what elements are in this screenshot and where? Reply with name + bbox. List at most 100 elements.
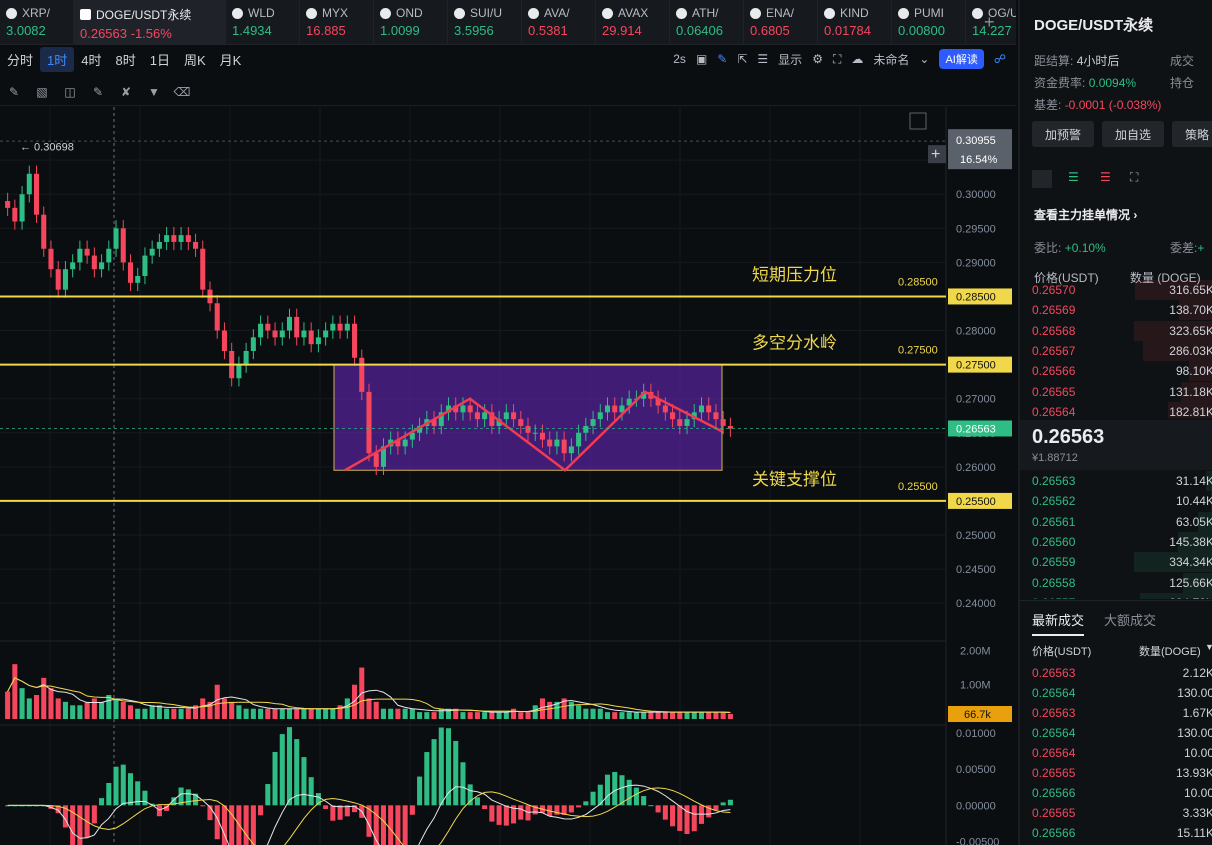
ticker-item[interactable]: KIND 0.01784 <box>818 0 892 44</box>
orderbook-both-icon[interactable] <box>1032 170 1052 188</box>
draw-line-icon[interactable]: ✎ <box>6 84 22 100</box>
tab-large-trades[interactable]: 大额成交 <box>1104 610 1156 629</box>
ticker-item[interactable]: OND 1.0099 <box>374 0 448 44</box>
candle-body <box>200 248 206 290</box>
ticker-item[interactable]: AVAX 29.914 <box>596 0 670 44</box>
macd-histogram-bar <box>258 805 264 816</box>
interval-4[interactable]: 1日 <box>143 50 177 69</box>
interval-1[interactable]: 1时 <box>40 46 75 72</box>
orderbook-row[interactable]: 0.26560 145.38K <box>1032 531 1212 552</box>
add-tab-icon[interactable]: + <box>984 12 995 33</box>
ticker-item[interactable]: ATH/0.06406 <box>670 0 744 44</box>
volume-bar <box>417 712 423 719</box>
macd-histogram-bar <box>648 805 654 807</box>
edit-icon[interactable]: ✎ <box>90 84 106 100</box>
volume-bar <box>236 705 242 719</box>
candle-body <box>33 173 40 215</box>
orderbook-row[interactable]: 0.26561 63.05K <box>1032 511 1212 532</box>
layout-name[interactable]: 未命名 <box>873 51 909 68</box>
ticker-item[interactable]: XRP/3.0082 <box>0 0 74 44</box>
brush-icon[interactable]: ✘ <box>118 84 134 100</box>
candle-body <box>70 262 76 270</box>
candle-body <box>698 405 705 413</box>
interval-2[interactable]: 4时 <box>74 50 108 69</box>
candle-body <box>99 262 105 270</box>
price-chart[interactable]: 0.305000.300000.295000.290000.285000.280… <box>0 107 1016 845</box>
macd-histogram-bar <box>409 805 415 815</box>
order-price: 0.26568 <box>1032 323 1076 338</box>
drawing-toolbar: ✎ ▧ ◫ ✎ ✘ ▼ ⌫ <box>0 78 1016 106</box>
coin-icon <box>676 7 687 19</box>
cloud-icon[interactable]: ☁ <box>851 52 863 66</box>
panel-title: DOGE/USDT永续 <box>1034 17 1154 34</box>
trade-row: 0.26564 130.00 <box>1032 723 1212 743</box>
macd-histogram-bar <box>250 805 256 845</box>
orderbook-row[interactable]: 0.26559 334.34K <box>1032 552 1212 573</box>
orderbook-row[interactable]: 0.26567 286.03K <box>1032 340 1212 361</box>
market-panel: DOGE/USDT永续 距结算: 4小时后 成交 资金费率: 0.0094% 持… <box>1018 0 1212 845</box>
ticker-item[interactable]: DOGE/USDT永续 0.26563 -1.56% <box>74 0 226 44</box>
orderbook-row[interactable]: 0.26564 182.81K <box>1032 401 1212 418</box>
display-button[interactable]: 显示 <box>778 51 802 68</box>
indicator-icon[interactable]: ▧ <box>34 84 50 100</box>
strategy-button[interactable]: 策略 <box>1172 121 1212 147</box>
ticker-symbol: WLD <box>248 6 275 20</box>
volume-bar <box>525 712 531 719</box>
ticker-item[interactable]: ENA/0.6805 <box>744 0 818 44</box>
ticker-item[interactable]: WLD 1.4934 <box>226 0 300 44</box>
candle-body <box>243 350 249 365</box>
funding-label: 资金费率: <box>1034 76 1086 90</box>
orderbook-row[interactable]: 0.26568 323.65K <box>1032 320 1212 341</box>
candle-body <box>301 330 307 338</box>
ticker-price: 0.26563 <box>80 26 127 41</box>
ticker-item[interactable]: PUMI 0.00800 <box>892 0 966 44</box>
orderbook-row[interactable]: 0.26557 294.73K <box>1032 592 1212 599</box>
ai-button[interactable]: AI解读 <box>939 49 984 69</box>
interval-3[interactable]: 8时 <box>108 50 142 69</box>
level-name: 关键支撑位 <box>752 470 837 489</box>
macd-histogram-bar <box>713 805 719 811</box>
add-favorite-button[interactable]: 加自选 <box>1102 121 1164 147</box>
camera-icon[interactable]: ▣ <box>696 52 707 66</box>
orderbook-row[interactable]: 0.26558 125.66K <box>1032 572 1212 593</box>
orderbook-bids-icon[interactable]: ☰ <box>1068 170 1079 184</box>
interval-5[interactable]: 周K <box>177 50 213 69</box>
candle-body <box>554 439 560 447</box>
volume-bar <box>323 708 329 719</box>
orderbook-row[interactable]: 0.26569 138.70K <box>1032 300 1212 321</box>
ticker-item[interactable]: MYX 16.885 <box>300 0 374 44</box>
order-price: 0.26567 <box>1032 343 1076 358</box>
refresh-interval[interactable]: 2s <box>673 52 686 66</box>
chevron-down-icon[interactable]: ⌄ <box>919 52 929 66</box>
volume-tick-label: 1.00M <box>960 680 991 692</box>
coin-icon <box>824 7 835 19</box>
caret-down-icon[interactable]: ▼ <box>1205 642 1212 652</box>
main-orders-link[interactable]: 查看主力挂单情况 <box>1034 208 1130 222</box>
add-alert-button[interactable]: 加预警 <box>1032 121 1094 147</box>
ticker-item[interactable]: SUI/U 3.5956 <box>448 0 522 44</box>
save-icon[interactable]: ◫ <box>62 84 78 100</box>
share-icon[interactable]: ☍ <box>994 52 1006 66</box>
list-icon[interactable]: ☰ <box>757 52 768 66</box>
tab-latest-trades[interactable]: 最新成交 <box>1032 610 1085 636</box>
volume-bar <box>612 712 618 719</box>
macd-histogram-bar <box>424 752 430 806</box>
orderbook-settings-icon[interactable]: ⛶ <box>1130 170 1138 185</box>
orderbook-asks-icon[interactable]: ☰ <box>1100 170 1111 184</box>
ticker-item[interactable]: AVA/0.5381 <box>522 0 596 44</box>
cursor-icon[interactable]: ⇱ <box>737 52 747 66</box>
orderbook-row[interactable]: 0.26566 98.10K <box>1032 361 1212 382</box>
settings-icon[interactable]: ⚙ <box>812 52 823 66</box>
level-name: 短期压力位 <box>752 265 837 284</box>
ratio-value: +0.10% <box>1064 241 1106 255</box>
orderbook-row[interactable]: 0.26562 10.44K <box>1032 491 1212 512</box>
trash-icon[interactable]: ⌫ <box>174 84 191 100</box>
orderbook-row[interactable]: 0.26563 31.14K <box>1032 471 1212 491</box>
interval-0[interactable]: 分时 <box>0 50 40 69</box>
fullscreen-icon[interactable]: ⛶ <box>833 52 841 67</box>
orderbook-row[interactable]: 0.26565 131.18K <box>1032 381 1212 402</box>
orderbook-row[interactable]: 0.26570 316.65K <box>1032 280 1212 300</box>
filter-icon[interactable]: ▼ <box>146 84 162 100</box>
interval-6[interactable]: 月K <box>213 50 249 69</box>
pen-icon[interactable]: ✎ <box>717 52 727 66</box>
